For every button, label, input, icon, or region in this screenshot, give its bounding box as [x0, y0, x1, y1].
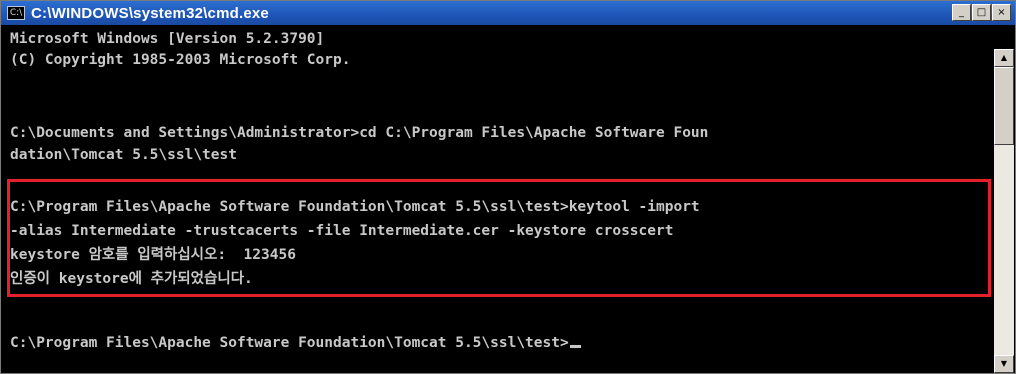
scroll-up-arrow-icon[interactable]: ▲	[994, 49, 1014, 67]
console-line: (C) Copyright 1985-2003 Microsoft Corp.	[10, 52, 351, 68]
console-line: -alias Intermediate -trustcacerts -file …	[10, 223, 674, 239]
minimize-button[interactable]: _	[952, 4, 971, 21]
console-line: 인증이 keystore에 추가되었습니다.	[10, 271, 253, 287]
window-title: C:\WINDOWS\system32\cmd.exe	[31, 4, 269, 22]
text-cursor	[569, 345, 581, 348]
close-button[interactable]: ×	[992, 4, 1011, 21]
window-controls: _ □ ×	[951, 4, 1011, 21]
console-line: keystore 암호를 입력하십시오: 123456	[10, 247, 296, 263]
prompt-line[interactable]: C:\Program Files\Apache Software Foundat…	[10, 333, 581, 353]
prompt-text: C:\Program Files\Apache Software Foundat…	[10, 335, 569, 351]
console-line: C:\Documents and Settings\Administrator>…	[10, 125, 709, 141]
console-line: dation\Tomcat 5.5\ssl\test	[10, 147, 237, 163]
console-line: Microsoft Windows [Version 5.2.3790]	[10, 31, 325, 47]
maximize-button[interactable]: □	[972, 4, 991, 21]
console-line: C:\Program Files\Apache Software Foundat…	[10, 199, 700, 215]
title-bar[interactable]: C:\ C:\WINDOWS\system32\cmd.exe _ □ ×	[1, 1, 1015, 25]
scroll-down-arrow-icon[interactable]: ▼	[994, 355, 1014, 373]
vertical-scrollbar[interactable]: ▲ ▼	[994, 49, 1014, 373]
console-output[interactable]: Microsoft Windows [Version 5.2.3790] (C)…	[7, 27, 992, 372]
scrollbar-thumb[interactable]	[994, 67, 1014, 145]
cmd-prompt-icon[interactable]: C:\	[7, 6, 25, 20]
cmd-window: C:\ C:\WINDOWS\system32\cmd.exe _ □ × Mi…	[0, 0, 1016, 374]
